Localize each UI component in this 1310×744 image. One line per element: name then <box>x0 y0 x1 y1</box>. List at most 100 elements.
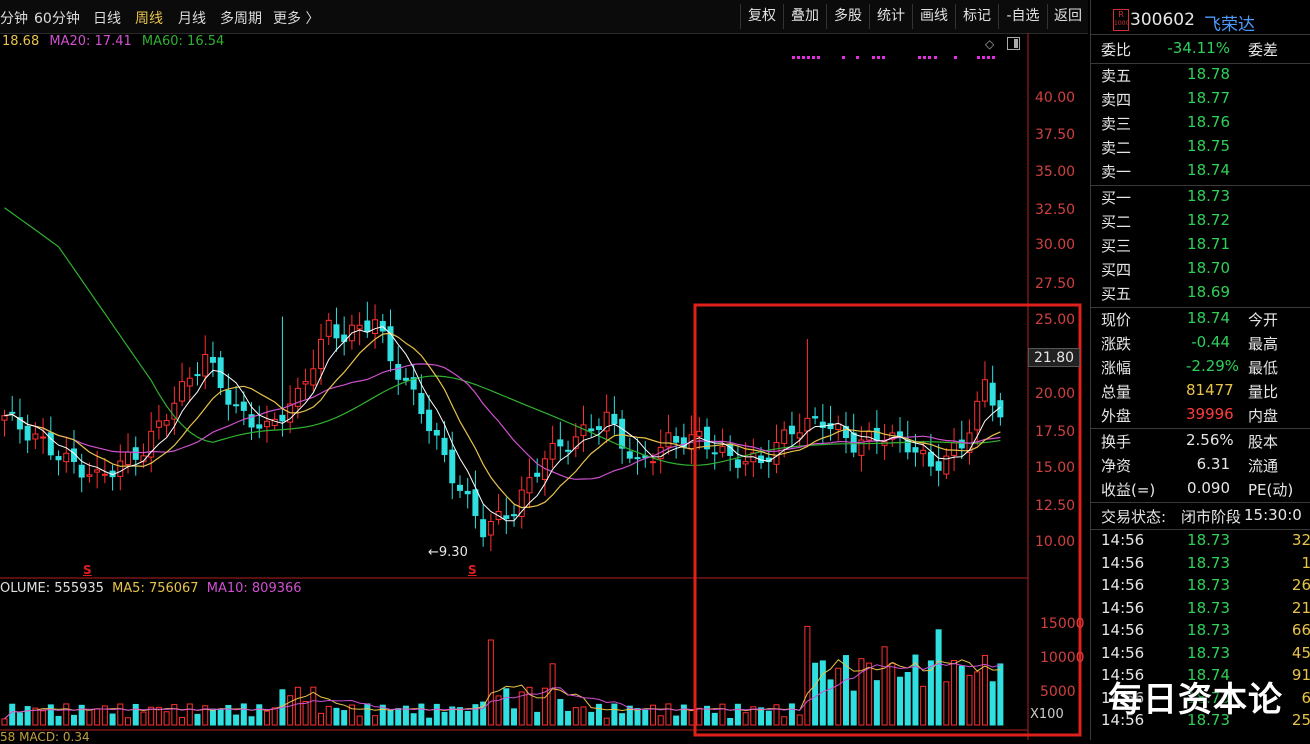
volume-bar <box>511 708 518 726</box>
bid-row: 买五 18.69 <box>1091 283 1310 306</box>
volume-bar <box>688 710 695 726</box>
candle-body <box>32 433 39 440</box>
bid-row: 买二 18.72 <box>1091 211 1310 234</box>
volume-bar <box>24 706 31 726</box>
bid-row-value: 18.72 <box>1187 211 1230 229</box>
bid-row-label: 买四 <box>1101 261 1132 279</box>
candle-body <box>626 451 633 459</box>
bid-row-value: 18.73 <box>1187 187 1230 205</box>
candle-body <box>302 381 309 385</box>
volume-bar <box>518 691 525 726</box>
bid-row: 买一 18.73 <box>1091 187 1310 210</box>
volume-bar <box>418 703 425 726</box>
event-dot <box>954 56 957 59</box>
volume-bar <box>372 715 379 726</box>
volume-bar <box>719 703 726 726</box>
s-marker[interactable]: S <box>468 563 477 577</box>
price-tick: 30.00 <box>1035 237 1076 253</box>
candle-body <box>47 432 54 456</box>
candle-body <box>418 393 425 414</box>
trade-status-label: 交易状态: <box>1101 508 1167 526</box>
volume-ma5: MA5: 756067 <box>112 581 199 596</box>
volume-bar <box>812 662 819 726</box>
candle-body <box>341 334 348 343</box>
tick-volume: 91 <box>1291 666 1310 684</box>
volume-bar <box>16 712 23 726</box>
volume-bar <box>873 680 880 726</box>
tick-price: 18.73 <box>1187 553 1230 572</box>
tick-volume: 66 <box>1291 621 1310 639</box>
fundamental-row-value: 6.31 <box>1196 455 1230 473</box>
bid-row-label: 买二 <box>1101 213 1132 231</box>
event-dot <box>817 56 820 59</box>
volume-bar <box>572 707 579 726</box>
quote-row-label2: 最低 <box>1248 359 1279 377</box>
candle-body <box>395 364 402 380</box>
volume-bar <box>588 711 595 726</box>
price-tick: 17.50 <box>1035 424 1076 440</box>
candle-body <box>86 474 93 477</box>
volume-legend: OLUME: 555935 MA5: 756067 MA10: 809366 <box>0 581 302 596</box>
candle-body <box>819 421 826 429</box>
event-dot <box>934 56 937 59</box>
candle-body <box>202 353 209 377</box>
volume-bar <box>866 662 873 726</box>
event-dot <box>872 56 875 59</box>
tick-time: 14:56 <box>1101 643 1145 662</box>
kline-chart[interactable] <box>0 0 1090 740</box>
candle-body <box>974 400 981 431</box>
volume-bar <box>742 712 749 726</box>
ask-row-label: 卖三 <box>1101 115 1132 133</box>
volume-bar <box>256 704 263 726</box>
volume-bar <box>441 711 448 726</box>
candle-body <box>734 459 741 468</box>
volume-bar <box>935 629 942 726</box>
tick-row: 14:56 18.73 21 <box>1091 599 1310 622</box>
candle-body <box>433 430 440 436</box>
volume-bar <box>433 703 440 726</box>
tick-price: 18.73 <box>1187 621 1230 639</box>
volume-bar <box>294 686 301 726</box>
volume-bar <box>711 712 718 726</box>
candle-body <box>240 401 247 411</box>
volume-bar <box>263 710 270 726</box>
candle-body <box>55 456 62 461</box>
s-marker[interactable]: S <box>83 563 92 577</box>
tick-row: 14:56 18.73 66 <box>1091 621 1310 644</box>
tick-volume: 26 <box>1291 576 1310 594</box>
volume-tick: 15000 <box>1040 616 1085 632</box>
volume-bar <box>966 674 973 726</box>
candle-body <box>649 461 656 464</box>
candle-body <box>101 473 108 476</box>
ask-row: 卖一 18.74 <box>1091 161 1310 184</box>
candle-body <box>595 426 602 430</box>
candle-body <box>78 464 85 478</box>
volume-bar <box>881 646 888 726</box>
quote-row-label2: 内盘 <box>1248 407 1279 425</box>
candle-body <box>225 389 232 405</box>
volume-bar <box>835 667 842 726</box>
fundamental-row: 净资 6.31 流通 <box>1091 455 1310 478</box>
fundamental-row: 换手 2.56% 股本 <box>1091 431 1310 454</box>
candle-body <box>333 324 340 339</box>
volume-bar <box>464 710 471 726</box>
tick-row: 14:56 18.73 26 <box>1091 576 1310 599</box>
candle-body <box>179 381 186 402</box>
volume-bar <box>904 671 911 726</box>
tick-volume: 45 <box>1291 643 1310 662</box>
candle-body <box>549 442 556 460</box>
volume-bar <box>94 708 101 726</box>
tick-volume: 6 <box>1301 688 1310 707</box>
tick-price: 18.73 <box>1187 576 1230 594</box>
candle-body <box>989 382 996 406</box>
volume-bar <box>287 695 294 726</box>
candle-body <box>472 489 479 516</box>
candle-body <box>611 413 618 425</box>
price-tick: 12.50 <box>1035 498 1076 514</box>
candle-body <box>9 411 16 414</box>
price-tick: 15.00 <box>1035 460 1076 476</box>
volume-bar <box>611 703 618 726</box>
volume-bar <box>727 718 734 726</box>
candle-body <box>565 449 572 452</box>
candle-body <box>117 460 124 477</box>
